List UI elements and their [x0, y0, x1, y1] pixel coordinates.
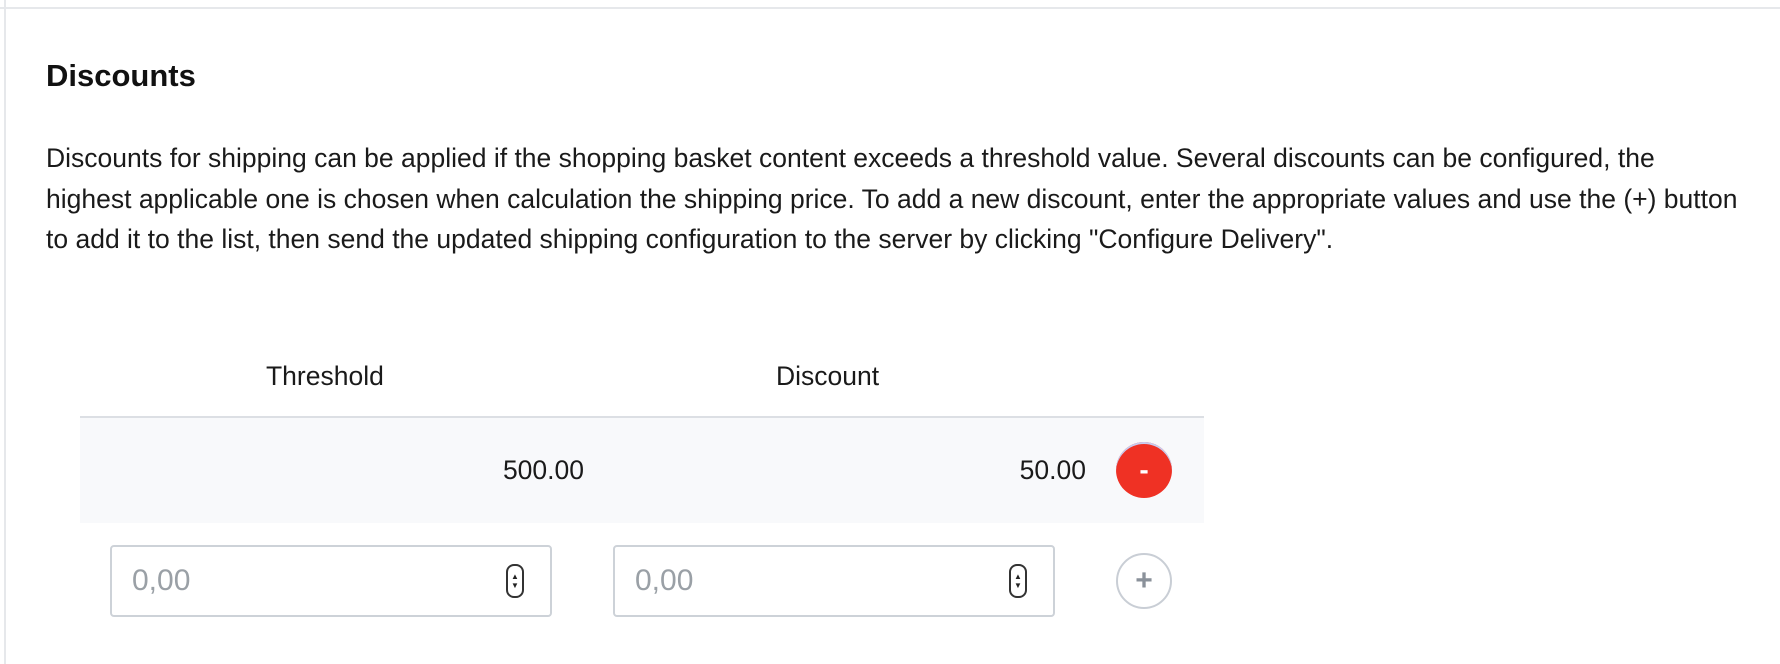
section-title: Discounts: [46, 58, 196, 93]
new-discount-row: ▲ ▼ ▲ ▼ +: [80, 523, 1204, 633]
column-header-threshold: Threshold: [266, 361, 384, 391]
remove-discount-button[interactable]: -: [1116, 442, 1172, 498]
spinner-up-icon[interactable]: ▲: [1014, 572, 1022, 581]
column-header-discount: Discount: [776, 361, 880, 391]
discount-input-wrapper: ▲ ▼: [613, 545, 1055, 617]
discount-input[interactable]: [615, 547, 995, 615]
section-description: Discounts for shipping can be applied if…: [46, 143, 1738, 254]
spinner-down-icon[interactable]: ▼: [1014, 581, 1022, 590]
discount-value: 50.00: [1019, 455, 1086, 485]
threshold-input[interactable]: [112, 547, 492, 615]
left-divider: [0, 0, 6, 664]
spinner-down-icon[interactable]: ▼: [511, 581, 519, 590]
top-divider: [0, 0, 1780, 9]
threshold-value: 500.00: [502, 455, 584, 485]
threshold-input-wrapper: ▲ ▼: [110, 545, 552, 617]
spinner-up-icon[interactable]: ▲: [511, 572, 519, 581]
threshold-spinner[interactable]: ▲ ▼: [506, 564, 524, 598]
table-header: Threshold Discount: [80, 348, 1204, 418]
discounts-table: Threshold Discount 500.00 50.00 - ▲ ▼ ▲ …: [80, 348, 1204, 633]
discount-spinner[interactable]: ▲ ▼: [1009, 564, 1027, 598]
add-discount-button[interactable]: +: [1116, 553, 1172, 609]
table-row: 500.00 50.00 -: [80, 418, 1204, 523]
